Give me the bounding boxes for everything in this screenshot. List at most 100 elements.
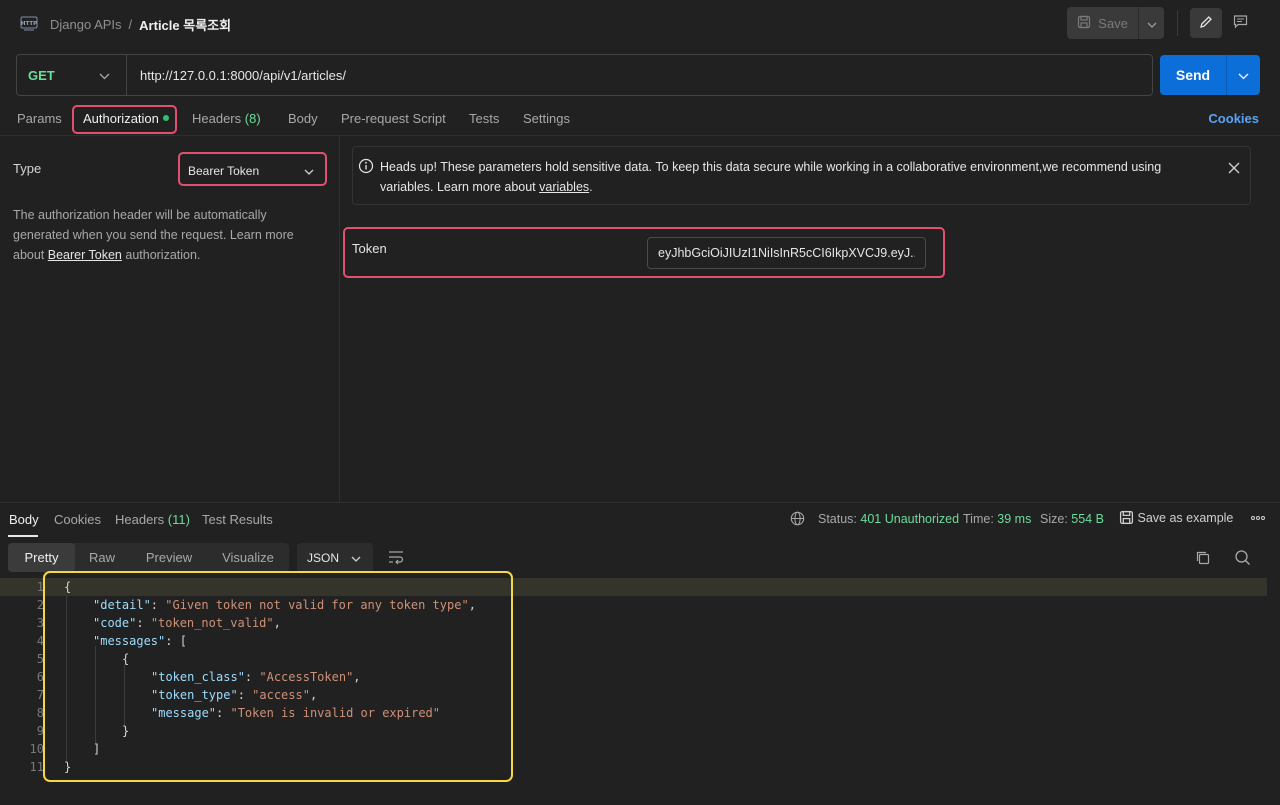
line-number: 4: [36, 634, 44, 648]
pencil-icon: [1199, 15, 1213, 32]
authorization-tab-highlight: [72, 105, 177, 134]
response-tab-test-results[interactable]: Test Results: [202, 512, 273, 527]
response-tab-headers[interactable]: Headers (11): [115, 512, 190, 527]
save-icon: [1077, 15, 1091, 32]
response-headers-count: (11): [167, 512, 190, 527]
url-bar: GET: [16, 54, 1153, 96]
request-title[interactable]: Article 목록조회: [139, 15, 231, 34]
line-number: 3: [36, 616, 44, 630]
view-raw-button[interactable]: Raw: [75, 543, 129, 572]
bearer-token-link[interactable]: Bearer Token: [48, 248, 122, 262]
tab-headers-label: Headers: [192, 111, 242, 126]
save-button[interactable]: Save: [1067, 7, 1138, 39]
wrap-lines-icon[interactable]: [387, 549, 405, 568]
edit-button[interactable]: [1190, 8, 1222, 38]
response-view-group: Pretty Raw Preview Visualize: [8, 543, 289, 572]
chevron-down-icon: [99, 68, 110, 83]
cookies-link[interactable]: Cookies: [1208, 111, 1259, 126]
more-options-icon[interactable]: [1250, 509, 1266, 528]
variables-link[interactable]: variables: [539, 180, 589, 194]
chevron-down-icon: [1238, 68, 1249, 83]
auth-description-suffix: authorization.: [121, 248, 201, 262]
tab-headers[interactable]: Headers (8): [192, 111, 261, 126]
line-number: 7: [36, 688, 44, 702]
response-body-highlight: [43, 571, 513, 782]
top-bar: HTTP Django APIs / Article 목록조회 Save: [0, 0, 1280, 46]
format-value: JSON: [307, 550, 340, 565]
chevron-down-icon: [1147, 16, 1157, 31]
time-value: 39 ms: [997, 512, 1032, 526]
request-tabs: Params Authorization Headers (8) Body Pr…: [0, 104, 1280, 134]
toolbar-divider: [1177, 10, 1178, 36]
token-highlight: [343, 227, 945, 278]
active-tab-underline: [8, 535, 38, 537]
globe-icon[interactable]: [790, 511, 805, 529]
chevron-down-icon: [351, 551, 361, 565]
view-visualize-button[interactable]: Visualize: [209, 543, 287, 572]
tab-pre-request-script[interactable]: Pre-request Script: [341, 111, 446, 126]
save-label: Save: [1098, 15, 1128, 31]
breadcrumb-collection[interactable]: Django APIs: [50, 17, 122, 32]
info-icon: [358, 158, 374, 177]
save-button-group: Save: [1067, 7, 1164, 39]
tab-tests[interactable]: Tests: [469, 111, 499, 126]
line-number: 5: [36, 652, 44, 666]
tab-params[interactable]: Params: [17, 111, 62, 126]
comments-button[interactable]: [1225, 8, 1255, 38]
send-button[interactable]: Send: [1160, 55, 1226, 95]
save-as-example-button[interactable]: Save as example: [1119, 510, 1233, 525]
auth-panel-divider: [339, 136, 340, 502]
save-icon: [1119, 510, 1134, 525]
breadcrumb-separator: /: [128, 17, 133, 32]
response-format-select[interactable]: JSON: [297, 543, 373, 572]
notice-message: Heads up! These parameters hold sensitiv…: [380, 160, 1162, 194]
svg-text:HTTP: HTTP: [21, 21, 37, 27]
send-button-group: Send: [1160, 55, 1260, 95]
auth-type-label: Type: [13, 161, 42, 176]
response-size: Size: 554 B: [1040, 512, 1104, 526]
save-as-example-label: Save as example: [1137, 511, 1234, 525]
tab-body[interactable]: Body: [288, 111, 318, 126]
size-label: Size:: [1040, 512, 1068, 526]
notice-period: .: [589, 180, 593, 194]
breadcrumb: Django APIs / Article 목록조회: [50, 15, 231, 34]
method-select[interactable]: GET: [17, 55, 127, 95]
line-number: 2: [36, 598, 44, 612]
http-request-icon: HTTP: [20, 14, 38, 32]
tab-settings[interactable]: Settings: [523, 111, 570, 126]
response-status: Status: 401 Unauthorized: [818, 512, 959, 526]
close-icon: [1228, 162, 1240, 177]
close-notice-button[interactable]: [1224, 159, 1244, 179]
response-tab-body[interactable]: Body: [9, 512, 39, 527]
search-icon[interactable]: [1234, 549, 1251, 569]
send-options-button[interactable]: [1226, 55, 1260, 95]
line-number: 9: [36, 724, 44, 738]
line-number: 11: [29, 760, 44, 774]
copy-icon[interactable]: [1195, 550, 1211, 569]
sensitive-data-notice: Heads up! These parameters hold sensitiv…: [352, 146, 1251, 205]
line-number: 1: [36, 580, 44, 594]
headers-count: (8): [244, 111, 261, 126]
view-pretty-button[interactable]: Pretty: [8, 543, 75, 572]
line-number: 8: [36, 706, 44, 720]
comment-icon: [1233, 14, 1248, 32]
size-value: 554 B: [1071, 512, 1104, 526]
status-value: 401 Unauthorized: [860, 512, 960, 526]
line-number: 6: [36, 670, 44, 684]
response-tab-headers-label: Headers: [115, 512, 165, 527]
auth-description: The authorization header will be automat…: [13, 205, 318, 265]
response-divider: [0, 502, 1280, 503]
auth-type-highlight: [178, 152, 327, 186]
url-input[interactable]: [127, 55, 1152, 95]
tabs-divider: [0, 135, 1280, 136]
view-preview-button[interactable]: Preview: [134, 543, 204, 572]
notice-text: Heads up! These parameters hold sensitiv…: [380, 157, 1210, 197]
save-options-button[interactable]: [1138, 7, 1164, 39]
line-number: 10: [29, 742, 44, 756]
response-tab-cookies[interactable]: Cookies: [54, 512, 101, 527]
method-label: GET: [28, 67, 55, 83]
status-label: Status:: [818, 512, 857, 526]
response-time: Time: 39 ms: [963, 512, 1031, 526]
response-tabs: Body Cookies Headers (11) Test Results S…: [0, 504, 1280, 537]
time-label: Time:: [963, 512, 994, 526]
